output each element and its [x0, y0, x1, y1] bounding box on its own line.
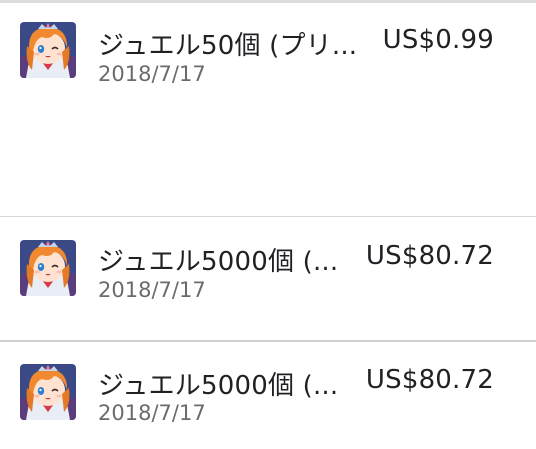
purchase-history-list: ジュエル50個 (プリ... 2018/7/17 US$0.99 ジュエル500… [0, 0, 536, 449]
purchase-date: 2018/7/17 [98, 278, 206, 302]
item-price: US$80.72 [365, 241, 494, 271]
purchase-date: 2018/7/17 [98, 62, 206, 86]
game-character-icon [20, 22, 76, 78]
item-price: US$0.99 [382, 25, 494, 55]
item-title: ジュエル5000個 (... [98, 371, 339, 401]
game-character-icon [20, 240, 76, 296]
purchase-item[interactable]: ジュエル5000個 (... 2018/7/17 US$80.72 [0, 342, 536, 449]
item-title: ジュエル50個 (プリ... [98, 31, 358, 61]
game-character-icon [20, 364, 76, 420]
item-price: US$80.72 [365, 365, 494, 395]
purchase-item[interactable]: ジュエル5000個 (... 2018/7/17 US$80.72 [0, 217, 536, 340]
purchase-item[interactable]: ジュエル50個 (プリ... 2018/7/17 US$0.99 [0, 0, 536, 216]
purchase-date: 2018/7/17 [98, 401, 206, 425]
item-title: ジュエル5000個 (... [98, 247, 339, 277]
